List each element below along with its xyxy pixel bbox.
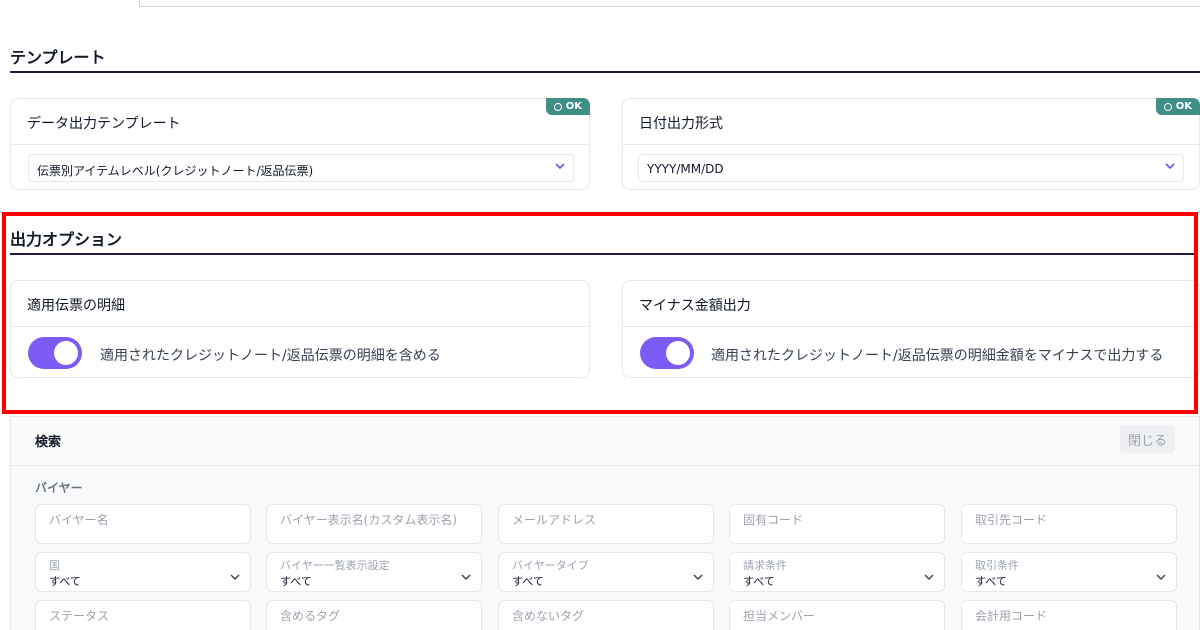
highlight-box — [2, 212, 1198, 414]
accounting-code-field[interactable]: 会計用コード — [961, 600, 1177, 630]
tab-rule — [140, 6, 1200, 7]
ok-badge: OK — [545, 98, 590, 115]
field-label: 取引条件 — [975, 559, 1019, 572]
field-placeholder: 含めるタグ — [280, 609, 341, 623]
field-value: すべて — [975, 575, 1007, 588]
check-circle-icon — [1163, 102, 1172, 111]
search-header: 検索 閉じる — [11, 417, 1199, 466]
field-placeholder: ステータス — [49, 609, 110, 623]
field-label: バイヤータイプ — [512, 559, 589, 572]
field-value: すべて — [49, 575, 81, 588]
field-value: すべて — [512, 575, 544, 588]
ok-badge-label: OK — [1175, 101, 1192, 112]
chevron-down-icon — [693, 574, 703, 580]
field-label: 請求条件 — [743, 559, 787, 572]
partner-code-field[interactable]: 取引先コード — [961, 504, 1177, 544]
field-placeholder: バイヤー表示名(カスタム表示名) — [280, 513, 458, 527]
field-label: バイヤー一覧表示設定 — [280, 559, 390, 572]
date-format-card: 日付出力形式 OK YYYY/MM/DD — [622, 98, 1200, 190]
search-panel: 検索 閉じる バイヤー バイヤー名 バイヤー表示名(カスタム表示名) メールアド… — [10, 416, 1200, 630]
chevron-down-icon — [1156, 574, 1166, 580]
assigned-member-field[interactable]: 担当メンバー — [729, 600, 945, 630]
close-button[interactable]: 閉じる — [1119, 425, 1175, 453]
field-placeholder: メールアドレス — [512, 513, 597, 527]
field-placeholder: 会計用コード — [975, 609, 1048, 623]
active-tab[interactable] — [0, 0, 140, 7]
data-template-select[interactable]: 伝票別アイテムレベル(クレジットノート/返品伝票) — [28, 154, 574, 182]
data-template-label: データ出力テンプレート — [11, 99, 589, 145]
field-placeholder: 含めないタグ — [512, 609, 585, 623]
status-field[interactable]: ステータス — [35, 600, 251, 630]
field-value: すべて — [280, 575, 312, 588]
buyer-display-name-field[interactable]: バイヤー表示名(カスタム表示名) — [266, 504, 482, 544]
data-template-value: 伝票別アイテムレベル(クレジットノート/返品伝票) — [37, 164, 314, 178]
trade-terms-select[interactable]: 取引条件 すべて — [961, 552, 1177, 592]
buyer-list-setting-select[interactable]: バイヤー一覧表示設定 すべて — [266, 552, 482, 592]
template-section-title: テンプレート — [10, 48, 106, 67]
top-tab-strip — [0, 0, 1200, 8]
page: テンプレート データ出力テンプレート OK 伝票別アイテムレベル(クレジットノー… — [0, 0, 1200, 630]
buyer-name-field[interactable]: バイヤー名 — [35, 504, 251, 544]
search-title: 検索 — [35, 435, 62, 450]
ok-badge-label: OK — [565, 101, 582, 112]
field-placeholder: 取引先コード — [975, 513, 1048, 527]
template-section-rule — [10, 71, 1200, 73]
billing-terms-select[interactable]: 請求条件 すべて — [729, 552, 945, 592]
ok-badge: OK — [1155, 98, 1200, 115]
date-format-label: 日付出力形式 — [623, 99, 1199, 145]
chevron-down-icon — [230, 574, 240, 580]
data-template-card: データ出力テンプレート OK 伝票別アイテムレベル(クレジットノート/返品伝票) — [10, 98, 590, 190]
buyer-type-select[interactable]: バイヤータイプ すべて — [498, 552, 714, 592]
field-label: 国 — [49, 559, 60, 572]
field-placeholder: 固有コード — [743, 513, 804, 527]
chevron-down-icon — [1165, 163, 1175, 170]
field-placeholder: 担当メンバー — [743, 609, 816, 623]
check-circle-icon — [553, 102, 562, 111]
date-format-value: YYYY/MM/DD — [647, 162, 724, 176]
email-field[interactable]: メールアドレス — [498, 504, 714, 544]
date-format-select[interactable]: YYYY/MM/DD — [638, 154, 1184, 182]
country-select[interactable]: 国 すべて — [35, 552, 251, 592]
chevron-down-icon — [924, 574, 934, 580]
chevron-down-icon — [461, 574, 471, 580]
include-tags-field[interactable]: 含めるタグ — [266, 600, 482, 630]
buyer-group-label: バイヤー — [35, 481, 83, 495]
exclude-tags-field[interactable]: 含めないタグ — [498, 600, 714, 630]
field-placeholder: バイヤー名 — [49, 513, 109, 527]
chevron-down-icon — [555, 163, 565, 170]
unique-code-field[interactable]: 固有コード — [729, 504, 945, 544]
field-value: すべて — [743, 575, 775, 588]
